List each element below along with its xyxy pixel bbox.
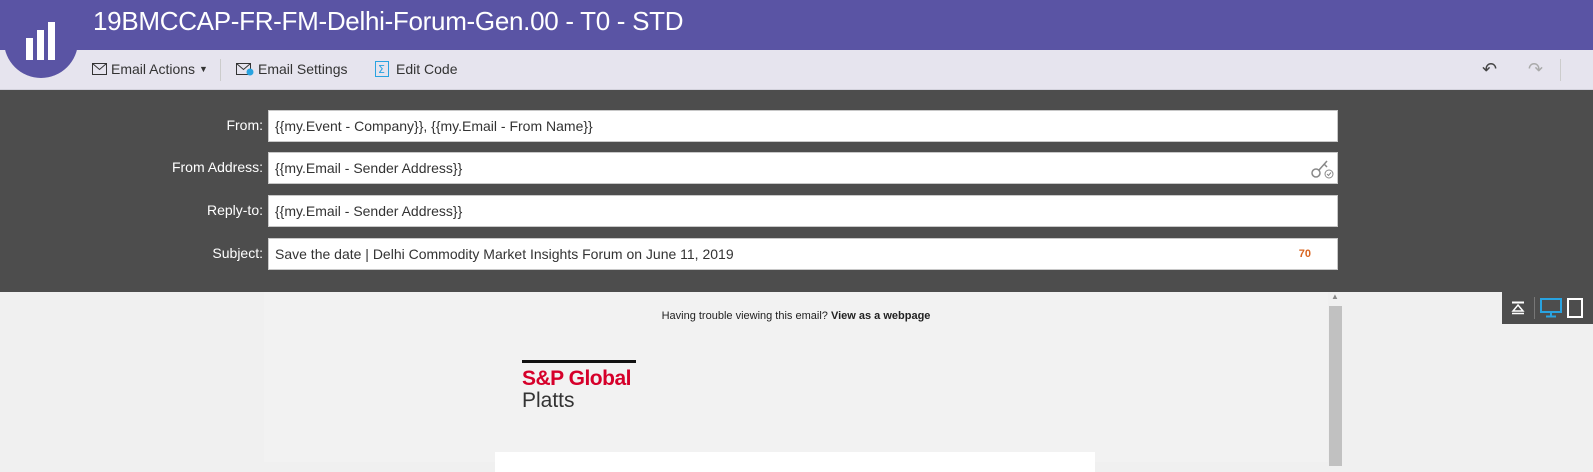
- from-address-value: {{my.Email - Sender Address}}: [275, 160, 463, 176]
- tablet-icon: [1567, 298, 1583, 318]
- email-actions-menu[interactable]: Email Actions ▼: [92, 61, 208, 77]
- tablet-view-button[interactable]: [1567, 292, 1591, 324]
- edit-code-button[interactable]: Σ Edit Code: [375, 61, 457, 77]
- subject-row: Subject: Save the date | Delhi Commodity…: [0, 238, 1340, 271]
- view-as-webpage-link[interactable]: View as a webpage: [831, 310, 930, 322]
- from-label: From:: [226, 117, 263, 133]
- preview-scrollbar-thumb[interactable]: [1329, 306, 1342, 466]
- collapse-icon: [1511, 301, 1525, 315]
- envelope-icon: [92, 63, 107, 75]
- key-icon[interactable]: [1309, 158, 1335, 180]
- trouble-viewing-line: Having trouble viewing this email? View …: [264, 310, 1328, 322]
- collapse-header-button[interactable]: [1502, 292, 1534, 324]
- email-content-card: [495, 452, 1095, 472]
- chevron-down-icon: ▼: [199, 64, 208, 74]
- desktop-view-button[interactable]: [1535, 292, 1567, 324]
- email-preview-frame[interactable]: Having trouble viewing this email? View …: [264, 292, 1328, 472]
- code-icon: Σ: [375, 61, 389, 77]
- toolbar-divider-right: [1560, 59, 1561, 81]
- reply-to-label: Reply-to:: [206, 202, 263, 218]
- reply-to-row: Reply-to: {{my.Email - Sender Address}}: [0, 195, 1340, 228]
- subject-char-count: 70: [1298, 248, 1311, 260]
- from-address-field[interactable]: {{my.Email - Sender Address}}: [268, 152, 1338, 184]
- reply-to-field[interactable]: {{my.Email - Sender Address}}: [268, 195, 1338, 227]
- device-switcher: [1502, 292, 1593, 324]
- trouble-text: Having trouble viewing this email?: [661, 310, 828, 322]
- scroll-up-icon[interactable]: ▲: [1331, 292, 1339, 301]
- from-address-label: From Address:: [171, 159, 263, 175]
- from-address-row: From Address: {{my.Email - Sender Addres…: [0, 152, 1340, 185]
- title-bar: 19BMCCAP-FR-FM-Delhi-Forum-Gen.00 - T0 -…: [0, 0, 1593, 50]
- redo-icon[interactable]: ↷: [1528, 59, 1543, 80]
- from-field[interactable]: {{my.Event - Company}}, {{my.Email - Fro…: [268, 110, 1338, 142]
- logo-icon: [26, 22, 55, 60]
- logo-sp-global: S&P Global: [522, 367, 631, 390]
- sp-global-platts-logo: S&P Global Platts: [522, 360, 636, 413]
- svg-text:Σ: Σ: [378, 63, 385, 76]
- logo-rule: [522, 360, 636, 363]
- window-title: 19BMCCAP-FR-FM-Delhi-Forum-Gen.00 - T0 -…: [93, 6, 684, 36]
- toolbar: Email Actions ▼ Email Settings Σ Edit Co…: [0, 50, 1593, 90]
- email-preview-area: Having trouble viewing this email? View …: [0, 292, 1593, 472]
- email-actions-label: Email Actions: [111, 61, 196, 77]
- email-settings-button[interactable]: Email Settings: [236, 61, 347, 77]
- app-logo[interactable]: [4, 0, 78, 78]
- desktop-icon: [1540, 298, 1562, 318]
- edit-code-label: Edit Code: [396, 61, 458, 77]
- subject-field[interactable]: Save the date | Delhi Commodity Market I…: [268, 238, 1338, 270]
- subject-label: Subject:: [212, 245, 263, 261]
- from-row: From: {{my.Event - Company}}, {{my.Email…: [0, 110, 1340, 143]
- toolbar-divider: [220, 59, 221, 81]
- email-settings-label: Email Settings: [258, 61, 348, 77]
- email-header-panel: From: {{my.Event - Company}}, {{my.Email…: [0, 90, 1593, 292]
- undo-icon[interactable]: ↶: [1482, 59, 1497, 80]
- envelope-settings-icon: [236, 62, 254, 75]
- subject-value: Save the date | Delhi Commodity Market I…: [275, 246, 734, 262]
- logo-platts: Platts: [522, 389, 575, 412]
